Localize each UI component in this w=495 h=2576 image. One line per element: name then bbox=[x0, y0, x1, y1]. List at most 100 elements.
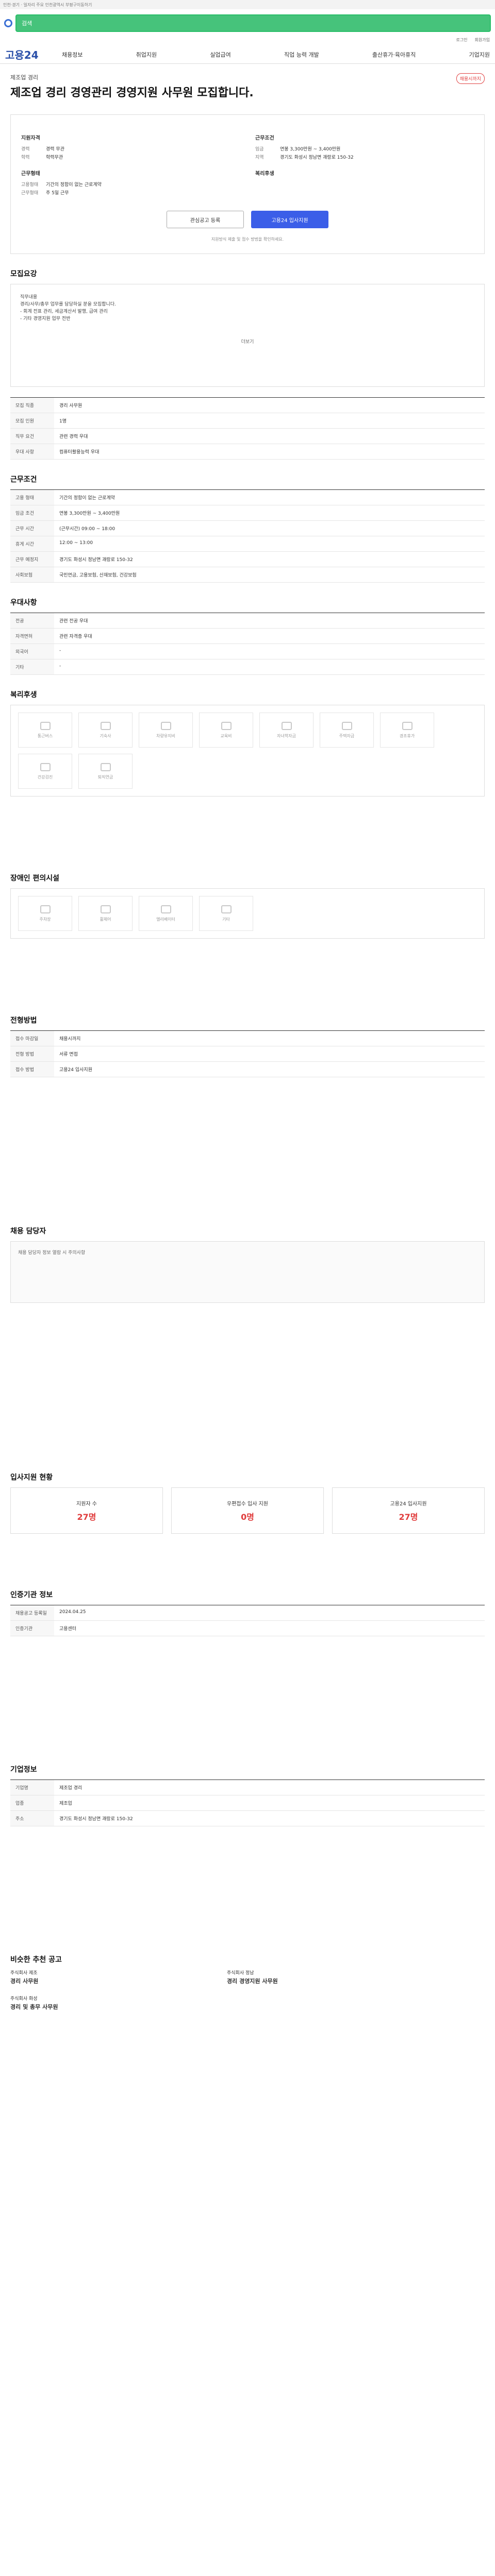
welfare-tile: 경조휴가 bbox=[380, 713, 434, 748]
notice-text: 지원방식 제출 및 접수 방법을 확인하세요. bbox=[211, 237, 284, 242]
similar-title: 경리 및 총무 사무원 bbox=[10, 2004, 58, 2010]
tile-label: 건강검진 bbox=[37, 774, 53, 779]
nav-item[interactable]: 실업급여 bbox=[210, 50, 230, 59]
tile-label: 휠체어 bbox=[100, 917, 111, 922]
row-val: - bbox=[59, 664, 61, 669]
tile-label: 주차장 bbox=[39, 917, 51, 922]
row-key: 임금 조건 bbox=[10, 505, 54, 520]
kv-key: 학력 bbox=[21, 155, 30, 160]
row-val: 12:00 ~ 13:00 bbox=[59, 540, 93, 546]
row-val: 국민연금, 고용보험, 산재보험, 건강보험 bbox=[59, 573, 137, 578]
row-key: 외국어 bbox=[10, 644, 54, 659]
similar-job-card[interactable]: 주식회사 정남경리 경영지원 사무원 bbox=[227, 1970, 433, 1985]
row-key: 접수 방법 bbox=[10, 1062, 54, 1077]
row-key: 접수 마감일 bbox=[10, 1031, 54, 1046]
signup-link[interactable]: 회원가입 bbox=[475, 37, 490, 45]
nav-item[interactable]: 채용정보 bbox=[62, 50, 82, 59]
welfare-icon bbox=[100, 762, 111, 771]
kv-key: 고용형태 bbox=[21, 182, 39, 188]
company-name: 제조업 경리 bbox=[10, 74, 39, 81]
kv-key: 임금 bbox=[255, 147, 264, 152]
row-val: 2024.04.25 bbox=[59, 1609, 86, 1615]
row-val: 제조업 경리 bbox=[59, 1786, 82, 1791]
row-key: 우대 사항 bbox=[10, 444, 54, 459]
row-key: 전공 bbox=[10, 613, 54, 628]
welfare-tile: 기숙사 bbox=[78, 713, 133, 748]
row-val: 경기도 화성시 정남면 괘랑로 150-32 bbox=[59, 1817, 133, 1822]
kv-val: 주 5일 근무 bbox=[46, 191, 69, 196]
type-heading: 근무형태 bbox=[21, 171, 40, 177]
similar-company: 주식회사 화성 bbox=[10, 1996, 38, 2002]
stat-card: 고용24 입사지원 27명 bbox=[332, 1487, 485, 1534]
search-input[interactable]: 검색 bbox=[15, 14, 491, 32]
detail-line: - 회계 전표 관리, 세금계산서 발행, 급여 관리 bbox=[20, 309, 108, 314]
top-info-bar: 인천·경기 · 일자리 주요 인천광역시 부평구이동하기 bbox=[0, 0, 495, 9]
kv-val: 기간의 정함이 없는 근로계약 bbox=[46, 182, 102, 188]
stat-card: 우편접수 입사 지원 0명 bbox=[171, 1487, 324, 1534]
welfare-icon bbox=[402, 721, 412, 730]
nav-item[interactable]: 출산휴가·육아휴직 bbox=[372, 50, 416, 59]
more-button[interactable]: 더보기 bbox=[20, 338, 475, 345]
welfare-section-heading: 복리후생 bbox=[10, 691, 37, 699]
tile-label: 통근버스 bbox=[37, 733, 53, 738]
nav-item[interactable]: 직업 능력 개발 bbox=[284, 50, 319, 59]
apply-button[interactable]: 고용24 입사지원 bbox=[251, 211, 328, 228]
row-key: 주소 bbox=[10, 1811, 54, 1826]
kv-key: 지역 bbox=[255, 155, 264, 160]
welfare-tile: 퇴직연금 bbox=[78, 754, 133, 789]
page-title: 제조업 경리 경영관리 경영지원 사무원 모집합니다. bbox=[10, 87, 254, 99]
detail-line: 경리/사무/총무 업무를 담당하실 분을 모집합니다. bbox=[20, 302, 116, 307]
tile-label: 퇴직연금 bbox=[97, 774, 113, 779]
tile-label: 기타 bbox=[222, 917, 230, 922]
brand-logo[interactable]: 고용24 bbox=[5, 47, 62, 62]
similar-company: 주식회사 제조 bbox=[10, 1971, 38, 1976]
similar-job-card[interactable]: 주식회사 화성경리 및 총무 사무원 bbox=[10, 1995, 217, 2011]
welfare-tile: 차량유지비 bbox=[139, 713, 193, 748]
tile-label: 경조휴가 bbox=[399, 733, 415, 738]
welfare-icon bbox=[40, 762, 51, 771]
similar-job-card[interactable]: 주식회사 제조경리 사무원 bbox=[10, 1970, 217, 1985]
welfare-icon bbox=[160, 721, 171, 730]
row-val: (근무시간) 09:00 ~ 18:00 bbox=[59, 527, 116, 532]
row-val: 고용24 입사지원 bbox=[59, 1067, 92, 1073]
nav-item[interactable]: 취업지원 bbox=[136, 50, 157, 59]
welfare-tile: 교육비 bbox=[199, 713, 253, 748]
status-badge: 채용시까지 bbox=[456, 73, 485, 84]
similar-title: 경리 경영지원 사무원 bbox=[227, 1978, 278, 1985]
row-val: 관련 전공 우대 bbox=[59, 619, 88, 624]
row-val: 채용시까지 bbox=[59, 1037, 81, 1042]
row-key: 자격면허 bbox=[10, 629, 54, 643]
welfare-icon bbox=[221, 721, 232, 730]
disabled-section-heading: 장애인 편의시설 bbox=[10, 874, 60, 883]
welfare-icon bbox=[40, 721, 51, 730]
similar-company: 주식회사 정남 bbox=[227, 1971, 254, 1976]
welfare-tile: 주택자금 bbox=[320, 713, 374, 748]
welfare-icon bbox=[221, 905, 232, 913]
row-val: 관련 경력 우대 bbox=[59, 434, 88, 439]
welfare-icon bbox=[341, 721, 352, 730]
tile-label: 엘리베이터 bbox=[156, 917, 175, 922]
nav-item[interactable]: 기업지원 bbox=[469, 50, 490, 59]
company-section-heading: 기업정보 bbox=[10, 1766, 37, 1774]
row-key: 직무 요건 bbox=[10, 429, 54, 444]
cond-heading: 근무조건 bbox=[255, 135, 274, 141]
row-val: 기간의 정함이 없는 근로계약 bbox=[59, 496, 115, 501]
stat-card: 지원자 수 27명 bbox=[10, 1487, 163, 1534]
row-val: 제조업 bbox=[59, 1801, 72, 1806]
similar-title: 경리 사무원 bbox=[10, 1978, 39, 1985]
row-val: 고용센터 bbox=[59, 1626, 77, 1632]
detail-line: - 기타 경영지원 업무 전반 bbox=[20, 316, 71, 321]
welfare-icon bbox=[100, 905, 111, 913]
welfare-heading: 복리후생 bbox=[255, 171, 274, 177]
tile-label: 차량유지비 bbox=[156, 733, 175, 738]
qual-heading: 지원자격 bbox=[21, 135, 40, 141]
welfare-tile: 자녀학자금 bbox=[259, 713, 314, 748]
kv-val: 연봉 3,300만원 ~ 3,400만원 bbox=[280, 147, 341, 152]
kv-val: 경력 무관 bbox=[46, 147, 64, 152]
cond-section-heading: 근무조건 bbox=[10, 476, 37, 484]
tile-label: 주택자금 bbox=[339, 733, 355, 738]
save-job-button[interactable]: 관심공고 등록 bbox=[167, 211, 244, 228]
login-link[interactable]: 로그인 bbox=[456, 37, 467, 45]
row-val: - bbox=[59, 648, 61, 653]
row-val: 1명 bbox=[59, 419, 67, 424]
